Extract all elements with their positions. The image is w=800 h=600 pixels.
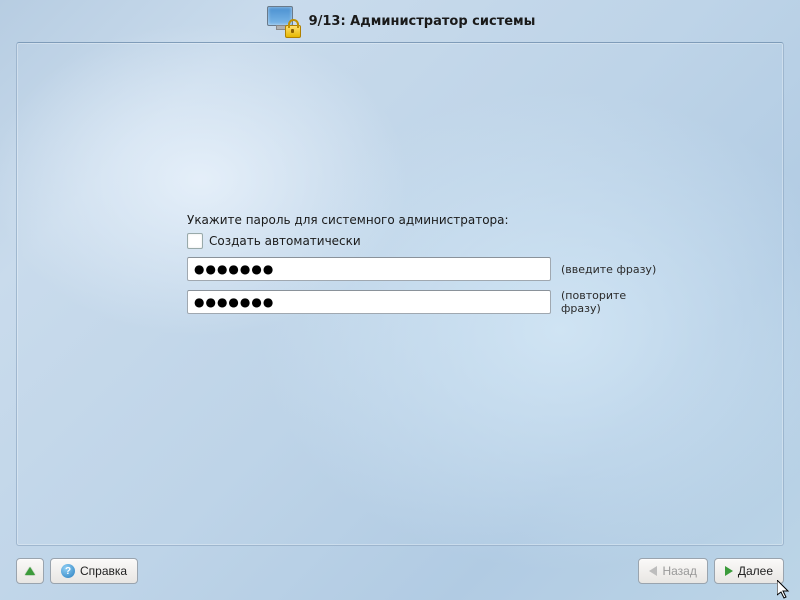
page-title: 9/13: Администратор системы	[309, 14, 536, 29]
arrow-right-icon	[725, 566, 733, 576]
back-label: Назад	[662, 564, 696, 578]
arrow-up-icon	[25, 567, 35, 575]
back-button[interactable]: Назад	[638, 558, 707, 584]
confirm-input[interactable]	[187, 290, 551, 314]
next-label: Далее	[738, 564, 773, 578]
password-row: (введите фразу)	[187, 257, 657, 281]
admin-password-form: Укажите пароль для системного администра…	[187, 213, 657, 315]
arrow-left-icon	[649, 566, 657, 576]
next-button[interactable]: Далее	[714, 558, 784, 584]
auto-generate-row[interactable]: Создать автоматически	[187, 233, 657, 249]
main-panel: Укажите пароль для системного администра…	[16, 42, 784, 546]
prompt-label: Укажите пароль для системного администра…	[187, 213, 657, 227]
wizard-footer: ? Справка Назад Далее	[0, 550, 800, 600]
help-label: Справка	[80, 564, 127, 578]
confirm-hint: (повторите фразу)	[561, 289, 657, 315]
auto-generate-checkbox[interactable]	[187, 233, 203, 249]
help-icon: ?	[61, 564, 75, 578]
help-button[interactable]: ? Справка	[50, 558, 138, 584]
auto-generate-label: Создать автоматически	[209, 234, 361, 248]
monitor-lock-icon	[265, 6, 299, 36]
content-area: Укажите пароль для системного администра…	[0, 42, 800, 550]
password-hint: (введите фразу)	[561, 263, 656, 276]
confirm-row: (повторите фразу)	[187, 289, 657, 315]
expand-button[interactable]	[16, 558, 44, 584]
wizard-header: 9/13: Администратор системы	[0, 0, 800, 42]
password-input[interactable]	[187, 257, 551, 281]
